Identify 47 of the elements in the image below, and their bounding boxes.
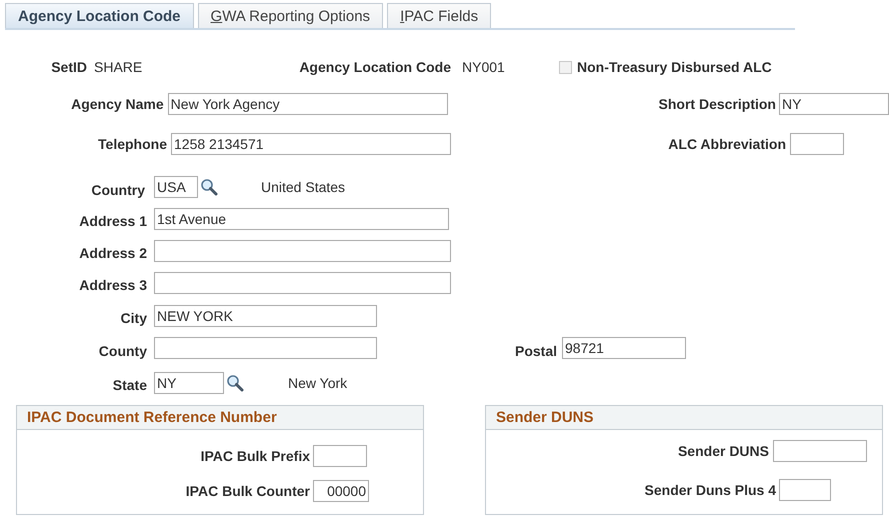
- field-label: State: [112, 376, 147, 393]
- field-label: ALC Abbreviation: [667, 136, 786, 152]
- field-label: SetID: [50, 59, 87, 75]
- field-label: Telephone: [97, 136, 167, 152]
- tab[interactable]: Agency Location Code: [5, 3, 194, 28]
- field-label: Sender DUNS: [676, 443, 769, 459]
- input-field[interactable]: NEW YORK: [154, 305, 377, 327]
- field-label: County: [98, 342, 147, 359]
- field-label: Address 1: [78, 212, 147, 229]
- tab[interactable]: IPAC Fields: [387, 3, 492, 28]
- search-icon[interactable]: [226, 374, 244, 392]
- input-field[interactable]: NY: [779, 93, 889, 115]
- input-field[interactable]: [790, 133, 844, 155]
- input-field[interactable]: 98721: [562, 337, 686, 359]
- field-value: SHARE: [94, 59, 144, 75]
- input-field[interactable]: NY: [154, 372, 224, 394]
- input-field[interactable]: 1st Avenue: [154, 208, 449, 230]
- field-value: New York: [288, 375, 348, 391]
- field-label: Country: [90, 180, 145, 198]
- input-field[interactable]: 00000: [313, 480, 369, 502]
- field-value: United States: [261, 179, 346, 195]
- checkbox-label: Non-Treasury Disbursed ALC: [577, 59, 773, 75]
- field-label: IPAC Bulk Prefix: [200, 448, 310, 464]
- input-field[interactable]: USA: [154, 176, 198, 198]
- search-icon[interactable]: [200, 178, 218, 196]
- field-label: Agency Name: [70, 96, 164, 112]
- input-field[interactable]: [154, 240, 451, 262]
- input-field[interactable]: [779, 479, 831, 501]
- input-field[interactable]: [773, 440, 867, 462]
- group-title: IPAC Document Reference Number: [17, 406, 423, 430]
- field-label: Address 3: [78, 276, 147, 293]
- field-label: IPAC Bulk Counter: [184, 483, 310, 499]
- field-label: Address 2: [78, 244, 147, 261]
- input-field[interactable]: [313, 445, 367, 467]
- field-label: Agency Location Code: [298, 59, 451, 75]
- input-field[interactable]: [154, 337, 377, 359]
- input-field[interactable]: 1258 2134571: [171, 133, 451, 155]
- input-field[interactable]: New York Agency: [168, 93, 448, 115]
- field-value: NY001: [462, 59, 506, 75]
- field-label: Sender Duns Plus 4: [644, 482, 776, 498]
- field-label: Postal: [514, 342, 557, 359]
- checkbox[interactable]: [559, 60, 572, 74]
- input-field[interactable]: [154, 272, 451, 294]
- group-title: Sender DUNS: [486, 406, 882, 430]
- field-label: City: [120, 309, 147, 326]
- field-label: Short Description: [658, 96, 776, 112]
- tab[interactable]: GWA Reporting Options: [198, 3, 384, 28]
